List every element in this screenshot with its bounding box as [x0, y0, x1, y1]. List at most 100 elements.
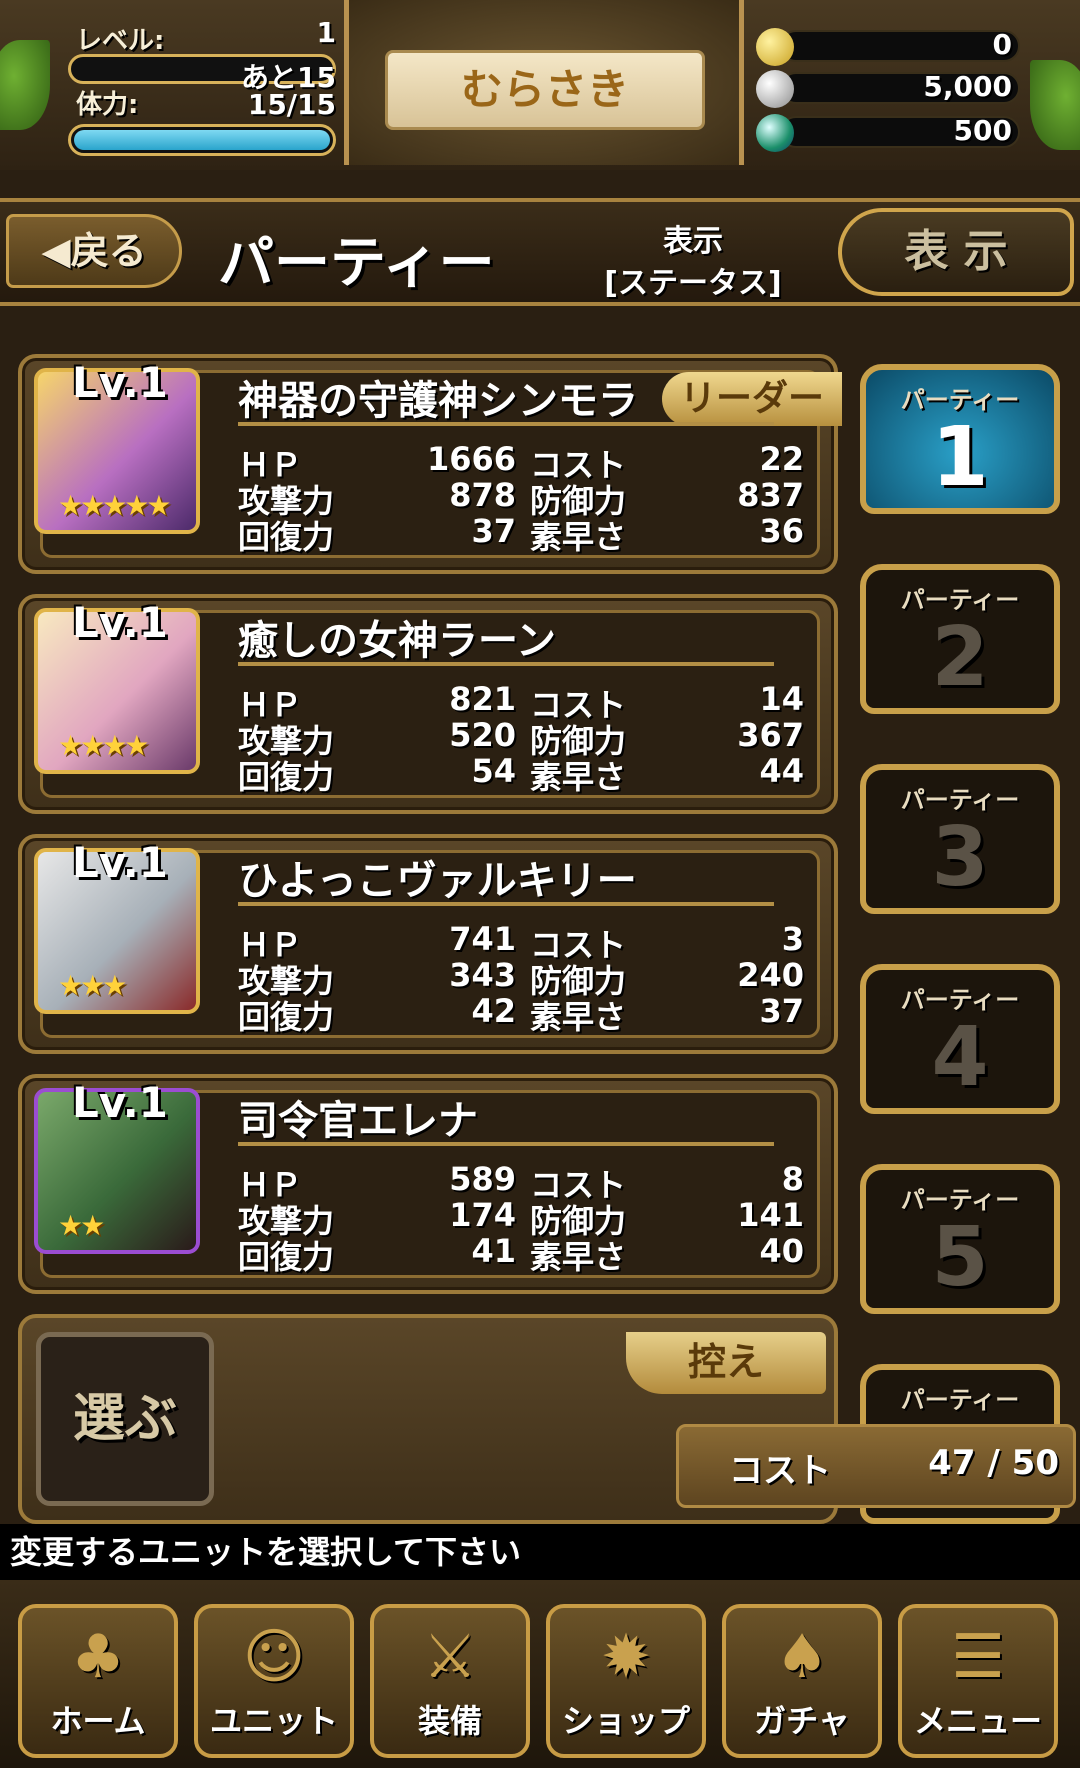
stat-label-spd: 素早さ: [530, 1238, 627, 1276]
unit-level: Lv.1: [72, 838, 168, 887]
stat-label-rec: 回復力: [238, 998, 335, 1036]
unit-card[interactable]: ★★★ Lv.1 ひよっこヴァルキリー ＨＰ 741 コスト 3 攻撃力 343 防御力 240 回復…: [18, 834, 838, 1054]
silver-value: 5,000: [923, 70, 1012, 103]
stat-label-spd: 素早さ: [530, 998, 627, 1036]
party-tab-number: 1: [931, 410, 989, 505]
party-tab-3[interactable]: パーティー 3: [860, 764, 1060, 914]
stat-value-hp: 589: [449, 1160, 516, 1198]
stat-value-hp: 1666: [426, 440, 516, 478]
select-unit-button[interactable]: 選ぶ: [36, 1332, 214, 1506]
stat-value-spd: 40: [759, 1232, 804, 1270]
stamina-value: 15/15: [247, 88, 336, 121]
unit-level: Lv.1: [72, 598, 168, 647]
cost-plate: コスト 47 / 50: [676, 1424, 1076, 1508]
leader-badge: リーダー: [662, 372, 842, 426]
party-tab-number: 3: [931, 810, 989, 905]
name-plate: むらさき: [385, 50, 705, 130]
unit-card[interactable]: ★★★★ Lv.1 癒しの女神ラーン ＨＰ 821 コスト 14 攻撃力 520 防御力 367 回復…: [18, 594, 838, 814]
unit-name-divider: [238, 422, 774, 426]
stat-value-atk: 343: [449, 956, 516, 994]
home-icon: ♣: [71, 1622, 125, 1692]
party-tab-1[interactable]: パーティー 1: [860, 364, 1060, 514]
leaf-decoration-right: [1030, 60, 1080, 150]
unit-name: 神器の守護神シンモラ: [238, 378, 638, 424]
nav-label: ガチャ: [754, 1702, 850, 1740]
nav-button-equipment[interactable]: ⚔ 装備: [370, 1604, 530, 1758]
gold-coin-icon: [756, 28, 794, 66]
rarity-stars: ★★★: [58, 969, 127, 1002]
menu-icon: ☰: [951, 1622, 1005, 1692]
stat-value-rec: 54: [471, 752, 516, 790]
stat-value-def: 141: [737, 1196, 804, 1234]
stat-value-hp: 741: [449, 920, 516, 958]
party-tab-5[interactable]: パーティー 5: [860, 1164, 1060, 1314]
nav-button-home[interactable]: ♣ ホーム: [18, 1604, 178, 1758]
reserve-label: 控え: [687, 1340, 764, 1384]
unit-card[interactable]: ★★★★★ Lv.1 神器の守護神シンモラ リーダー ＨＰ 1666 コスト 22 攻撃力 87…: [18, 354, 842, 574]
stat-label-spd: 素早さ: [530, 518, 627, 556]
party-tab-label: パーティー: [900, 1386, 1020, 1414]
stat-value-spd: 37: [759, 992, 804, 1030]
stat-value-atk: 520: [449, 716, 516, 754]
unit-level: Lv.1: [72, 358, 168, 407]
stat-value-atk: 174: [449, 1196, 516, 1234]
display-mode-label: 表示: [663, 224, 723, 259]
orb-icon: [756, 114, 794, 152]
gacha-icon: ♠: [775, 1622, 829, 1692]
title-bar: ◀戻る パーティー 表示 [ステータス] 表 示: [0, 198, 1080, 306]
unit-name: 司令官エレナ: [238, 1098, 478, 1144]
rarity-stars: ★★★★: [58, 729, 149, 762]
orb-value: 500: [953, 114, 1012, 147]
silver-coin-icon: [756, 70, 794, 108]
nav-label: ショップ: [561, 1702, 690, 1740]
stat-value-atk: 878: [449, 476, 516, 514]
stat-value-rec: 41: [471, 1232, 516, 1270]
party-tab-4[interactable]: パーティー 4: [860, 964, 1060, 1114]
stat-label-rec: 回復力: [238, 518, 335, 556]
stat-value-rec: 37: [471, 512, 516, 550]
stat-value-rec: 42: [471, 992, 516, 1030]
leader-badge-label: リーダー: [679, 378, 824, 419]
display-toggle-button[interactable]: 表 示: [838, 208, 1074, 296]
stat-value-cost: 22: [759, 440, 804, 478]
status-header: レベル: 1 あと15 体力: 15/15 むらさき 0 5,000 500: [0, 0, 1080, 170]
stat-value-cost: 14: [759, 680, 804, 718]
reserve-badge: 控え: [626, 1332, 826, 1394]
stat-label-rec: 回復力: [238, 758, 335, 796]
stat-value-def: 837: [737, 476, 804, 514]
nav-button-unit[interactable]: ☺ ユニット: [194, 1604, 354, 1758]
cost-label: コスト: [729, 1451, 831, 1491]
stamina-label: 体力:: [76, 90, 139, 120]
unit-name-divider: [238, 1142, 774, 1146]
level-label: レベル:: [76, 26, 165, 56]
leaf-decoration-left: [0, 40, 50, 130]
nav-label: 装備: [417, 1702, 482, 1740]
level-value: 1: [316, 16, 336, 49]
select-unit-label: 選ぶ: [72, 1389, 177, 1449]
stamina-bar-fill: [74, 130, 330, 150]
player-name: むらさき: [460, 65, 629, 114]
stat-label-spd: 素早さ: [530, 758, 627, 796]
unit-icon: ☺: [242, 1622, 306, 1692]
nav-label: ユニット: [209, 1702, 338, 1740]
back-button[interactable]: ◀戻る: [6, 214, 182, 288]
nav-button-shop[interactable]: ✹ ショップ: [546, 1604, 706, 1758]
shop-icon: ✹: [600, 1622, 652, 1692]
nav-button-gacha[interactable]: ♠ ガチャ: [722, 1604, 882, 1758]
unit-name-divider: [238, 902, 774, 906]
nav-label: ホーム: [50, 1702, 146, 1740]
nav-button-menu[interactable]: ☰ メニュー: [898, 1604, 1058, 1758]
party-tab-number: 5: [931, 1210, 989, 1305]
unit-card[interactable]: ★★ Lv.1 司令官エレナ ＨＰ 589 コスト 8 攻撃力 174 防御力 141 回復力 41 素早…: [18, 1074, 838, 1294]
unit-name-divider: [238, 662, 774, 666]
party-tab-2[interactable]: パーティー 2: [860, 564, 1060, 714]
unit-name: ひよっこヴァルキリー: [238, 858, 637, 904]
gold-value: 0: [992, 28, 1012, 61]
display-mode-value: [ステータス]: [604, 266, 782, 301]
party-tab-number: 2: [931, 610, 989, 705]
name-plate-frame: むらさき: [344, 0, 744, 165]
party-tab-number: 4: [931, 1010, 989, 1105]
stat-value-cost: 3: [781, 920, 804, 958]
stat-label-rec: 回復力: [238, 1238, 335, 1276]
rarity-stars: ★★★★★: [58, 489, 172, 522]
